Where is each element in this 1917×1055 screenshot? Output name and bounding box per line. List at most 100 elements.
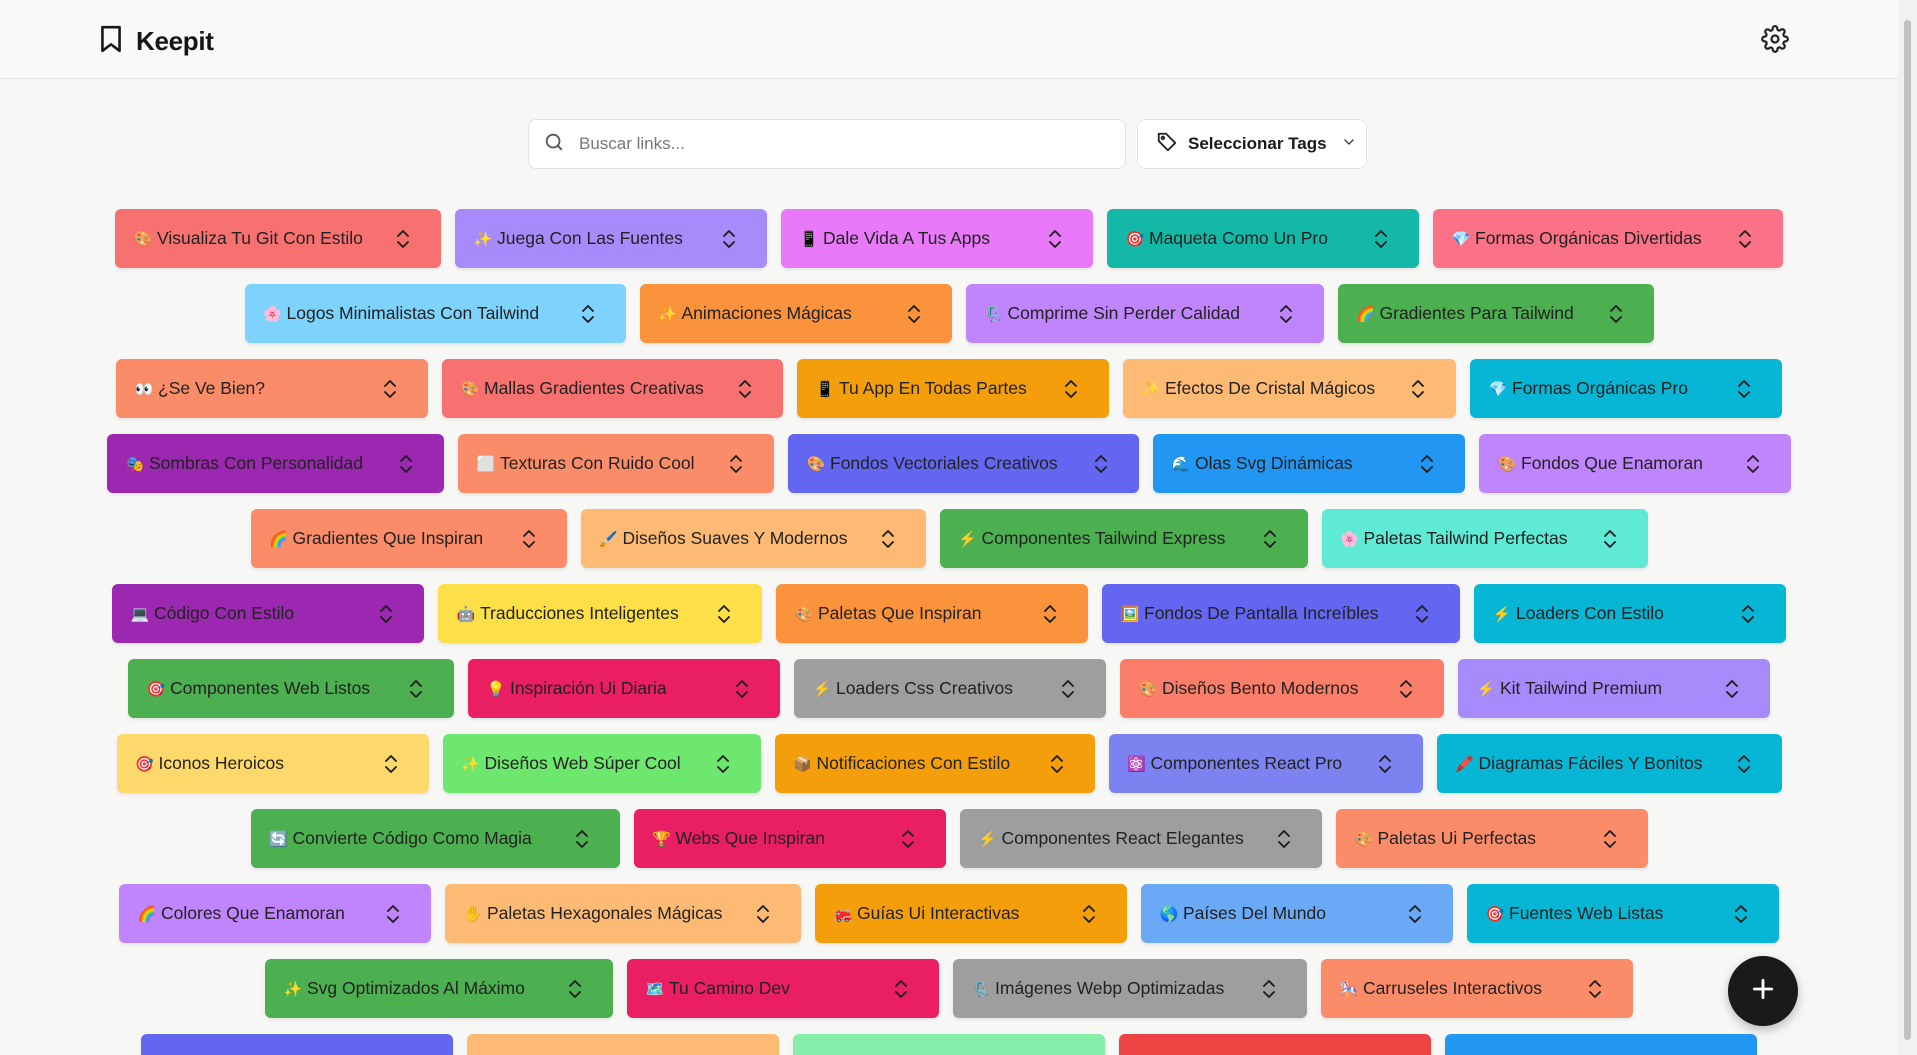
chevrons-up-down-icon[interactable]: [716, 604, 732, 624]
chevrons-up-down-icon[interactable]: [1049, 754, 1065, 774]
chevrons-up-down-icon[interactable]: [1081, 904, 1097, 924]
link-chip[interactable]: 📱 Dale Vida A Tus Apps: [781, 209, 1093, 268]
chevrons-up-down-icon[interactable]: [382, 379, 398, 399]
link-chip[interactable]: 🌈 Colores Que Enamoran: [119, 884, 431, 943]
link-chip[interactable]: 🌊 Olas Svg Dinámicas: [1153, 434, 1465, 493]
select-tags-button[interactable]: Seleccionar Tags: [1137, 119, 1367, 169]
chevrons-up-down-icon[interactable]: [1587, 979, 1603, 999]
chevrons-up-down-icon[interactable]: [1261, 979, 1277, 999]
chevrons-up-down-icon[interactable]: [574, 829, 590, 849]
chevrons-up-down-icon[interactable]: [567, 979, 583, 999]
chevrons-up-down-icon[interactable]: [715, 754, 731, 774]
chevrons-up-down-icon[interactable]: [755, 904, 771, 924]
link-chip[interactable]: 🖍️ Diagramas Fáciles Y Bonitos: [1436, 734, 1782, 793]
chevrons-up-down-icon[interactable]: [383, 754, 399, 774]
link-chip[interactable]: 🎨 Paletas Que Inspiran: [776, 584, 1088, 643]
link-chip[interactable]: 🌸 Logos Minimalistas Con Tailwind: [244, 284, 626, 343]
chevrons-up-down-icon[interactable]: [900, 829, 916, 849]
chevrons-up-down-icon[interactable]: [1736, 754, 1752, 774]
chevrons-up-down-icon[interactable]: [1063, 379, 1079, 399]
link-chip[interactable]: ✋ Paletas Hexagonales Mágicas: [445, 884, 801, 943]
chevrons-up-down-icon[interactable]: [1740, 604, 1756, 624]
link-chip[interactable]: 🎠 Carruseles Interactivos: [1321, 959, 1633, 1018]
chevrons-up-down-icon[interactable]: [1737, 229, 1753, 249]
link-chip[interactable]: 🎯 Maqueta Como Un Pro: [1107, 209, 1419, 268]
link-chip[interactable]: ⚡ Loaders Css Creativos: [794, 659, 1106, 718]
link-chip[interactable]: [467, 1034, 779, 1055]
chevrons-up-down-icon[interactable]: [1093, 454, 1109, 474]
link-chip[interactable]: 🌈 Gradientes Para Tailwind: [1337, 284, 1654, 343]
link-chip[interactable]: 🗺️ Tu Camino Dev: [627, 959, 939, 1018]
chevrons-up-down-icon[interactable]: [721, 229, 737, 249]
chevrons-up-down-icon[interactable]: [521, 529, 537, 549]
link-chip[interactable]: 🎨 Diseños Bento Modernos: [1120, 659, 1444, 718]
link-chip[interactable]: 🖼️ Fondos De Pantalla Increíbles: [1102, 584, 1460, 643]
app-logo[interactable]: Keepit: [98, 24, 214, 59]
chevrons-up-down-icon[interactable]: [1602, 529, 1618, 549]
link-chip[interactable]: ⚡ Loaders Con Estilo: [1474, 584, 1786, 643]
link-chip[interactable]: 💎 Formas Orgánicas Pro: [1470, 359, 1782, 418]
link-chip[interactable]: 📦 Notificaciones Con Estilo: [774, 734, 1095, 793]
link-chip[interactable]: 🎭 Sombras Con Personalidad: [107, 434, 444, 493]
link-chip[interactable]: [1445, 1034, 1757, 1055]
link-chip[interactable]: ⚡ Kit Tailwind Premium: [1458, 659, 1770, 718]
link-chip[interactable]: 💎 Formas Orgánicas Divertidas: [1433, 209, 1783, 268]
chevrons-up-down-icon[interactable]: [1276, 829, 1292, 849]
chevrons-up-down-icon[interactable]: [1047, 229, 1063, 249]
chevrons-up-down-icon[interactable]: [1608, 304, 1624, 324]
chevrons-up-down-icon[interactable]: [893, 979, 909, 999]
chevrons-up-down-icon[interactable]: [1262, 529, 1278, 549]
chevrons-up-down-icon[interactable]: [1410, 379, 1426, 399]
scrollbar-thumb[interactable]: [1904, 20, 1911, 1040]
chevrons-up-down-icon[interactable]: [1373, 229, 1389, 249]
link-chip[interactable]: 🎯 Componentes Web Listos: [128, 659, 454, 718]
link-chip[interactable]: ✨ Svg Optimizados Al Máximo: [265, 959, 613, 1018]
chevrons-up-down-icon[interactable]: [1407, 904, 1423, 924]
chevrons-up-down-icon[interactable]: [1733, 904, 1749, 924]
link-chip[interactable]: 👀 ¿Se Ve Bien?: [116, 359, 428, 418]
link-chip[interactable]: ⬜ Texturas Con Ruido Cool: [458, 434, 774, 493]
link-chip[interactable]: [793, 1034, 1105, 1055]
chevrons-up-down-icon[interactable]: [1042, 604, 1058, 624]
link-chip[interactable]: ⚡ Componentes React Elegantes: [959, 809, 1322, 868]
link-chip[interactable]: ✨ Juega Con Las Fuentes: [455, 209, 767, 268]
search-input[interactable]: [579, 134, 1099, 154]
chevrons-up-down-icon[interactable]: [734, 679, 750, 699]
link-chip[interactable]: 🚒 Guías Ui Interactivas: [815, 884, 1127, 943]
link-chip[interactable]: 🎨 Paletas Ui Perfectas: [1335, 809, 1648, 868]
chevrons-up-down-icon[interactable]: [737, 379, 753, 399]
chevrons-up-down-icon[interactable]: [1724, 679, 1740, 699]
chevrons-up-down-icon[interactable]: [1398, 679, 1414, 699]
link-chip[interactable]: 🌈 Gradientes Que Inspiran: [250, 509, 567, 568]
chevrons-up-down-icon[interactable]: [1602, 829, 1618, 849]
link-chip[interactable]: 🎯 Fuentes Web Listas: [1467, 884, 1779, 943]
link-chip[interactable]: 🤖 Traducciones Inteligentes: [438, 584, 762, 643]
link-chip[interactable]: 💡 Inspiración Ui Diaria: [468, 659, 780, 718]
chevrons-up-down-icon[interactable]: [1745, 454, 1761, 474]
link-chip[interactable]: ⚡ Componentes Tailwind Express: [939, 509, 1308, 568]
link-chip[interactable]: 🎨 Fondos Que Enamoran: [1479, 434, 1791, 493]
link-chip[interactable]: 🖌️ Diseños Suaves Y Modernos: [580, 509, 926, 568]
link-chip[interactable]: 💻 Código Con Estilo: [112, 584, 424, 643]
add-link-button[interactable]: [1728, 956, 1798, 1026]
chevrons-up-down-icon[interactable]: [398, 454, 414, 474]
link-chip[interactable]: 🔄 Convierte Código Como Magia: [250, 809, 620, 868]
chevrons-up-down-icon[interactable]: [880, 529, 896, 549]
settings-button[interactable]: [1761, 25, 1789, 53]
chevrons-up-down-icon[interactable]: [408, 679, 424, 699]
chevrons-up-down-icon[interactable]: [580, 304, 596, 324]
link-chip[interactable]: [1119, 1034, 1431, 1055]
chevrons-up-down-icon[interactable]: [1736, 379, 1752, 399]
link-chip[interactable]: 🎨 Visualiza Tu Git Con Estilo: [115, 209, 441, 268]
chevrons-up-down-icon[interactable]: [1060, 679, 1076, 699]
link-chip[interactable]: ✨ Animaciones Mágicas: [639, 284, 952, 343]
chevrons-up-down-icon[interactable]: [395, 229, 411, 249]
chevrons-up-down-icon[interactable]: [1377, 754, 1393, 774]
search-box[interactable]: [528, 119, 1126, 169]
chevrons-up-down-icon[interactable]: [728, 454, 744, 474]
chevrons-up-down-icon[interactable]: [1278, 304, 1294, 324]
link-chip[interactable]: 🎨 Mallas Gradientes Creativas: [442, 359, 783, 418]
link-chip[interactable]: 🗜️ Imágenes Webp Optimizadas: [953, 959, 1307, 1018]
link-chip[interactable]: 🌎 Países Del Mundo: [1141, 884, 1453, 943]
link-chip[interactable]: 📱 Tu App En Todas Partes: [797, 359, 1109, 418]
